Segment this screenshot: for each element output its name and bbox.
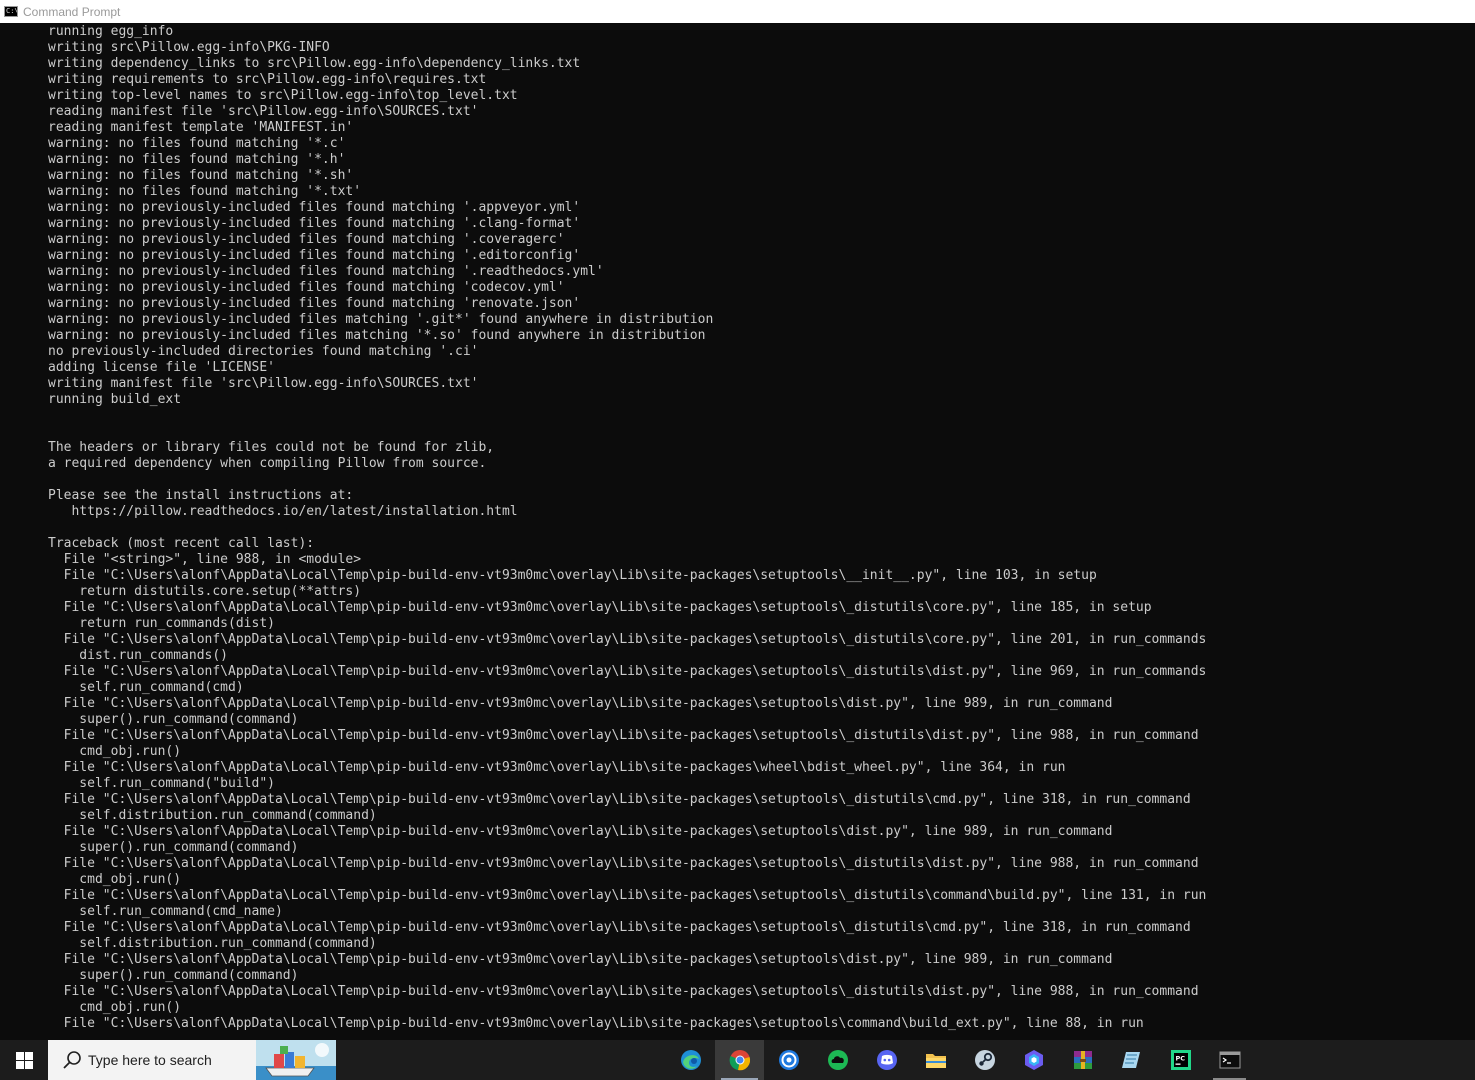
console-line: File "C:\Users\alonf\AppData\Local\Temp\… [48, 632, 1207, 647]
start-button[interactable] [0, 1040, 48, 1080]
console-line: File "C:\Users\alonf\AppData\Local\Temp\… [48, 568, 1097, 583]
console-line: Please see the install instructions at: [48, 488, 354, 503]
command-prompt-icon [1219, 1051, 1240, 1069]
console-line: File "C:\Users\alonf\AppData\Local\Temp\… [48, 600, 1152, 615]
console-line: warning: no files found matching '*.h' [48, 152, 346, 167]
console-line: self.run_command("build") [48, 776, 275, 791]
console-line: writing requirements to src\Pillow.egg-i… [48, 72, 487, 87]
console-line: warning: no previously-included files ma… [48, 312, 714, 327]
console-line: running egg_info [48, 24, 174, 39]
notepad-icon [1121, 1052, 1140, 1068]
console-line: self.distribution.run_command(command) [48, 936, 377, 951]
console-line: https://pillow.readthedocs.io/en/latest/… [48, 504, 518, 519]
console-line: warning: no previously-included files fo… [48, 264, 604, 279]
taskbar-uplay[interactable] [764, 1040, 813, 1080]
steam-icon [974, 1050, 995, 1070]
console-line: return distutils.core.setup(**attrs) [48, 584, 362, 599]
console-line: warning: no previously-included files fo… [48, 280, 565, 295]
console-line: File "C:\Users\alonf\AppData\Local\Temp\… [48, 792, 1191, 807]
window-titlebar[interactable]: C:\ Command Prompt [0, 0, 1475, 23]
search-placeholder: Type here to search [88, 1052, 212, 1068]
console-line: File "C:\Users\alonf\AppData\Local\Temp\… [48, 856, 1199, 871]
chrome-icon [729, 1050, 750, 1071]
copilot-icon [1024, 1050, 1043, 1070]
taskbar-edge[interactable] [666, 1040, 715, 1080]
console-line: warning: no previously-included files fo… [48, 216, 581, 231]
console-line: File "C:\Users\alonf\AppData\Local\Temp\… [48, 984, 1199, 999]
taskbar-chrome[interactable] [715, 1040, 764, 1080]
console-line: writing manifest file 'src\Pillow.egg-in… [48, 376, 479, 391]
console-line: File "C:\Users\alonf\AppData\Local\Temp\… [48, 696, 1113, 711]
winrar-icon [1073, 1051, 1092, 1069]
console-line: running build_ext [48, 392, 182, 407]
taskbar-notepad[interactable] [1107, 1040, 1156, 1080]
cmd-icon: C:\ [4, 6, 18, 17]
console-line: self.distribution.run_command(command) [48, 808, 377, 823]
console-line: File "C:\Users\alonf\AppData\Local\Temp\… [48, 664, 1207, 679]
taskbar-cloud-app[interactable] [813, 1040, 862, 1080]
taskbar-file-explorer[interactable] [911, 1040, 960, 1080]
taskbar-command-prompt[interactable] [1205, 1040, 1254, 1080]
taskbar: Type here to search PC [0, 1040, 1475, 1080]
console-line: File "C:\Users\alonf\AppData\Local\Temp\… [48, 952, 1113, 967]
taskbar-winrar[interactable] [1058, 1040, 1107, 1080]
search-highlight-image [256, 1040, 336, 1080]
console-line: warning: no files found matching '*.sh' [48, 168, 354, 183]
taskbar-discord[interactable] [862, 1040, 911, 1080]
edge-icon [680, 1050, 701, 1070]
console-line: warning: no previously-included files fo… [48, 248, 581, 263]
search-input[interactable]: Type here to search [48, 1040, 336, 1080]
console-line: a required dependency when compiling Pil… [48, 456, 487, 471]
taskbar-steam[interactable] [960, 1040, 1009, 1080]
console-line: reading manifest file 'src\Pillow.egg-in… [48, 104, 479, 119]
svg-text:PC: PC [1175, 1055, 1185, 1063]
console-line: super().run_command(command) [48, 840, 299, 855]
console-line: File "<string>", line 988, in <module> [48, 552, 362, 567]
console-line: File "C:\Users\alonf\AppData\Local\Temp\… [48, 1016, 1144, 1031]
windows-icon [15, 1051, 33, 1069]
console-line: cmd_obj.run() [48, 1000, 182, 1015]
console-line: File "C:\Users\alonf\AppData\Local\Temp\… [48, 728, 1199, 743]
console-line: writing src\Pillow.egg-info\PKG-INFO [48, 40, 330, 55]
console-line: no previously-included directories found… [48, 344, 479, 359]
console-line: self.run_command(cmd_name) [48, 904, 283, 919]
file-explorer-icon [925, 1054, 946, 1068]
taskbar-copilot[interactable] [1009, 1040, 1058, 1080]
console-output[interactable]: running egg_info writing src\Pillow.egg-… [0, 23, 1475, 1040]
console-line: warning: no previously-included files ma… [48, 328, 706, 343]
console-line: File "C:\Users\alonf\AppData\Local\Temp\… [48, 760, 1066, 775]
console-line: reading manifest template 'MANIFEST.in' [48, 120, 354, 135]
console-line: dist.run_commands() [48, 648, 229, 663]
uplay-icon [778, 1050, 799, 1070]
console-line: writing top-level names to src\Pillow.eg… [48, 88, 518, 103]
discord-icon [876, 1050, 897, 1070]
console-line: warning: no previously-included files fo… [48, 200, 581, 215]
pycharm-icon: PC [1170, 1050, 1191, 1070]
console-line: cmd_obj.run() [48, 744, 182, 759]
cloud-app-icon [827, 1050, 848, 1070]
console-line: The headers or library files could not b… [48, 440, 495, 455]
console-line: warning: no files found matching '*.c' [48, 136, 346, 151]
console-line: File "C:\Users\alonf\AppData\Local\Temp\… [48, 920, 1191, 935]
window-title: Command Prompt [23, 4, 121, 19]
console-line: writing dependency_links to src\Pillow.e… [48, 56, 581, 71]
search-icon [63, 1051, 81, 1069]
console-line: File "C:\Users\alonf\AppData\Local\Temp\… [48, 824, 1113, 839]
console-line: return run_commands(dist) [48, 616, 275, 631]
taskbar-pycharm[interactable]: PC [1156, 1040, 1205, 1080]
console-line: super().run_command(command) [48, 968, 299, 983]
taskbar-apps: PC [666, 1040, 1254, 1080]
console-line: cmd_obj.run() [48, 872, 182, 887]
console-line: warning: no previously-included files fo… [48, 232, 565, 247]
console-line: warning: no previously-included files fo… [48, 296, 581, 311]
console-line: super().run_command(command) [48, 712, 299, 727]
console-line: File "C:\Users\alonf\AppData\Local\Temp\… [48, 888, 1207, 903]
console-line: warning: no files found matching '*.txt' [48, 184, 362, 199]
console-line: self.run_command(cmd) [48, 680, 244, 695]
console-line: adding license file 'LICENSE' [48, 360, 275, 375]
console-line: Traceback (most recent call last): [48, 536, 315, 551]
console-text: running egg_info writing src\Pillow.egg-… [0, 23, 1475, 1032]
